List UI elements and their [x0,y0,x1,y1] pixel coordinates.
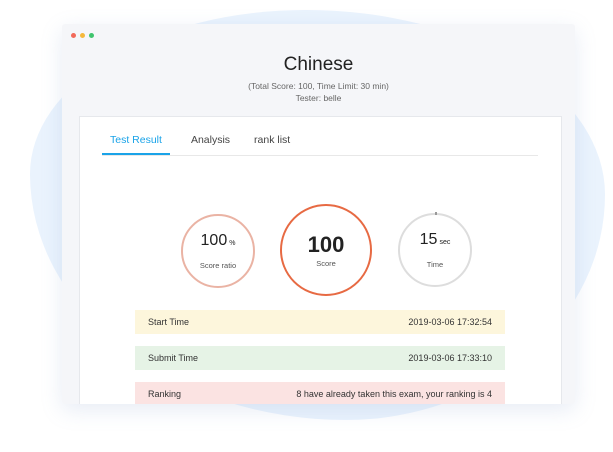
tab-bar: Test Result Analysis rank list [102,133,538,156]
window-controls [71,33,94,38]
time-unit: sec [439,239,451,246]
ranking-label: Ranking [148,389,182,399]
score-label: Score [316,258,336,268]
score-ratio-unit: % [229,240,236,247]
tester-info: Tester: belle [295,93,342,103]
tab-test-result[interactable]: Test Result [102,133,170,155]
time-label: Time [426,260,444,269]
score-ratio-label: Score ratio [199,261,237,270]
close-dot[interactable] [71,33,76,38]
score-circle: 100 Score [280,204,372,296]
start-time-row: Start Time 2019-03-06 17:32:54 [135,310,505,334]
result-card: Test Result Analysis rank list 100% Scor… [79,116,562,404]
time-progress-tick [435,212,437,215]
score-ratio-circle: 100% Score ratio [181,214,255,288]
score-value: 100 [307,231,345,257]
submit-time-row: Submit Time 2019-03-06 17:33:10 [135,346,505,370]
maximize-dot[interactable] [89,33,94,38]
ranking-row: Ranking 8 have already taken this exam, … [135,382,505,404]
app-window: Chinese (Total Score: 100, Time Limit: 3… [62,24,575,404]
score-ratio-value: 100 [200,232,228,249]
exam-info: (Total Score: 100, Time Limit: 30 min) [248,81,389,91]
tab-analysis[interactable]: Analysis [188,133,233,154]
ranking-value: 8 have already taken this exam, your ran… [296,389,492,399]
tab-rank-list[interactable]: rank list [251,133,293,154]
minimize-dot[interactable] [80,33,85,38]
start-time-label: Start Time [148,317,190,327]
submit-time-value: 2019-03-06 17:33:10 [408,353,492,363]
time-circle: 15 sec Time [398,213,472,287]
submit-time-label: Submit Time [148,353,199,363]
start-time-value: 2019-03-06 17:32:54 [408,317,492,327]
time-value: 15 [419,231,438,248]
page-title: Chinese [283,54,354,75]
